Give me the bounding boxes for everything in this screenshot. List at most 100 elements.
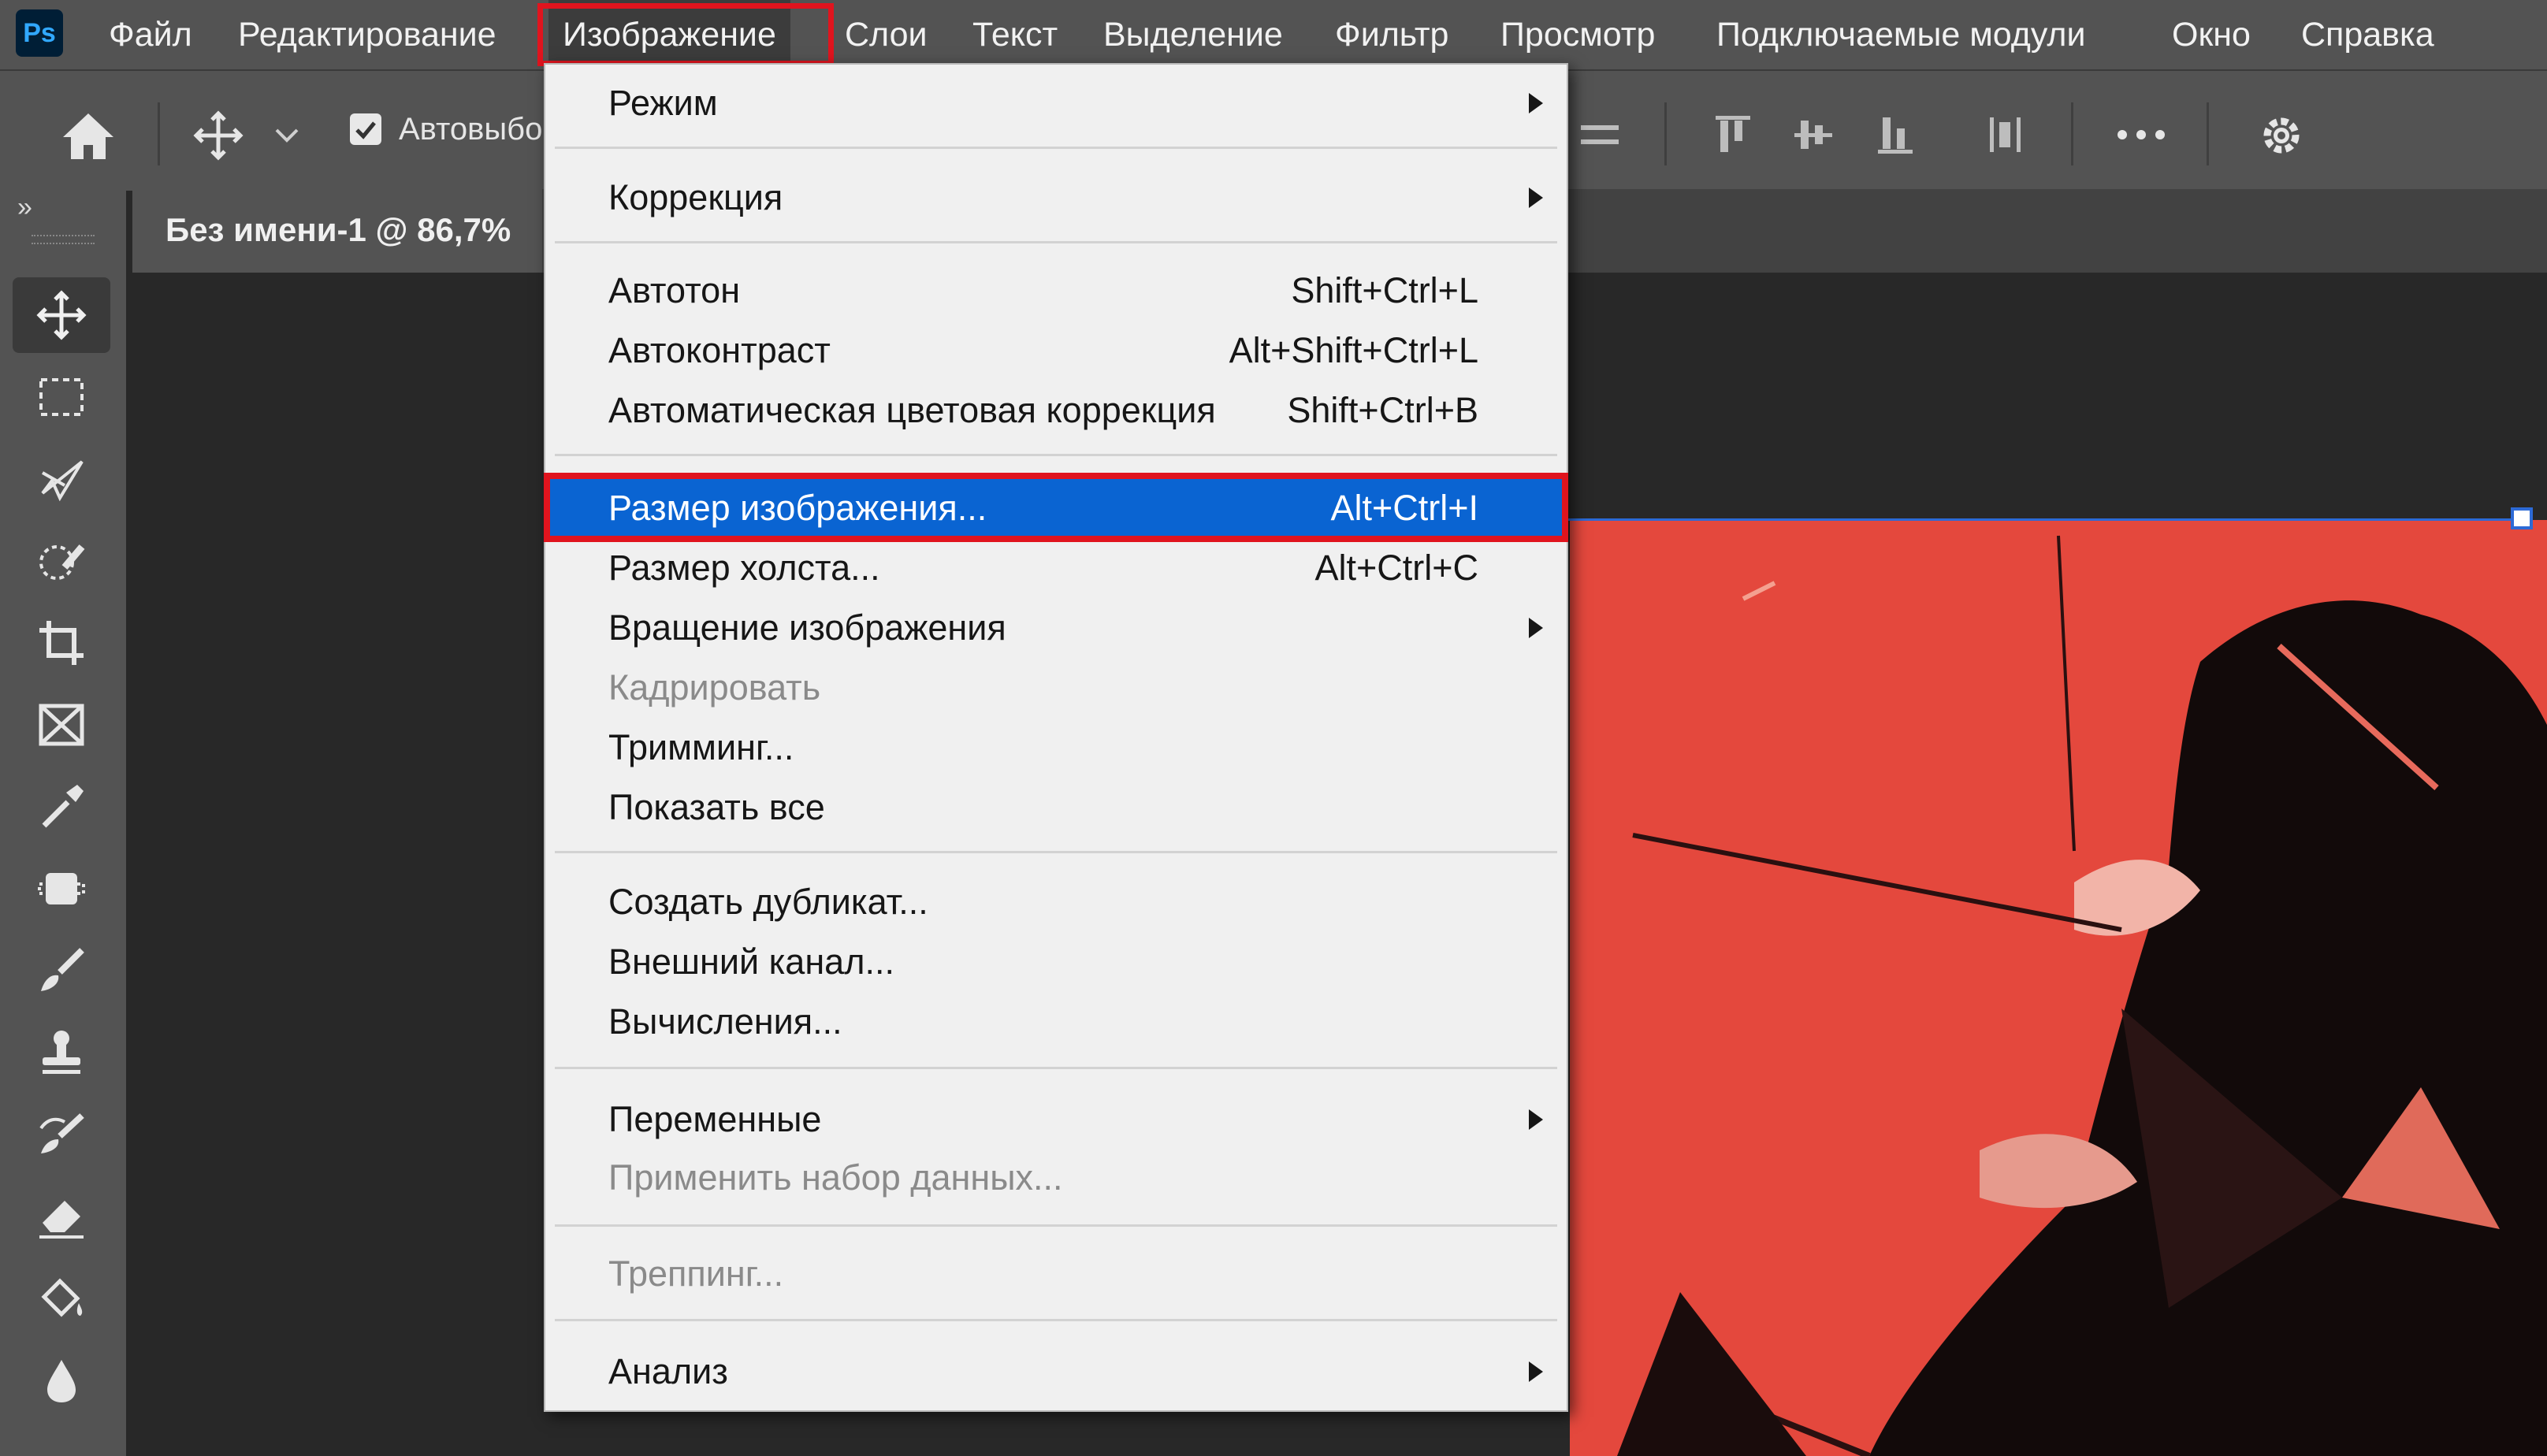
submenu-arrow-icon	[1529, 618, 1543, 638]
shattered-glass-image	[1570, 520, 2547, 1456]
menu-item-shortcut: Alt+Shift+Ctrl+L	[1229, 330, 1478, 370]
menu-window[interactable]: Окно	[2172, 0, 2251, 69]
image-size-highlight-box	[544, 473, 1568, 542]
menu-item-label: Коррекция	[608, 177, 783, 217]
menu-separator	[555, 147, 1557, 149]
blur-drop-icon[interactable]	[13, 1343, 110, 1418]
frame-icon[interactable]	[13, 687, 110, 763]
document-image[interactable]	[1570, 520, 2547, 1456]
menu-item-apply-image[interactable]: Внешний канал...	[545, 933, 1567, 991]
menu-bar: Ps Файл Редактирование Изображение Слои …	[0, 0, 2547, 69]
menu-item-auto-contrast[interactable]: Автоконтраст Alt+Shift+Ctrl+L	[545, 321, 1567, 380]
menu-separator	[555, 851, 1557, 853]
menu-item-label: Автотон	[608, 270, 741, 310]
menu-file[interactable]: Файл	[109, 0, 192, 69]
quick-selection-icon[interactable]	[13, 523, 110, 599]
transform-handle[interactable]	[2511, 507, 2533, 529]
document-tab[interactable]: Без имени-1 @ 86,7%	[132, 189, 542, 273]
menu-item-trim[interactable]: Тримминг...	[545, 719, 1567, 777]
eyedropper-icon[interactable]	[13, 769, 110, 845]
menu-type[interactable]: Текст	[972, 0, 1058, 69]
menu-item-mode[interactable]: Режим	[545, 74, 1567, 132]
submenu-arrow-icon	[1529, 93, 1543, 113]
collapse-panel-icon[interactable]: »	[17, 192, 32, 223]
photoshop-logo: Ps	[16, 9, 63, 57]
paint-bucket-icon[interactable]	[13, 1261, 110, 1336]
menu-item-apply-data-set: Применить набор данных...	[545, 1149, 1567, 1207]
image-menu-dropdown: Режим Коррекция Автотон Shift+Ctrl+L Авт…	[544, 63, 1568, 1412]
menu-item-label: Применить набор данных...	[608, 1157, 1063, 1198]
menu-item-label: Показать все	[608, 787, 825, 827]
submenu-arrow-icon	[1529, 1109, 1543, 1130]
menu-item-label: Автоконтраст	[608, 330, 831, 370]
distribute-icon[interactable]	[1978, 107, 2033, 162]
menu-edit[interactable]: Редактирование	[238, 0, 496, 69]
menu-help[interactable]: Справка	[2301, 0, 2434, 69]
selection-bound-line	[1568, 518, 2514, 521]
align-vertical-center-icon[interactable]	[1786, 107, 1841, 162]
spot-healing-icon[interactable]	[13, 851, 110, 927]
menu-item-label: Вычисления...	[608, 1001, 842, 1042]
menu-item-canvas-size[interactable]: Размер холста... Alt+Ctrl+C	[545, 539, 1567, 597]
menu-select[interactable]: Выделение	[1103, 0, 1283, 69]
panel-grip[interactable]	[32, 235, 95, 244]
move-tool-icon[interactable]	[13, 277, 110, 353]
more-options-icon[interactable]	[2106, 107, 2177, 162]
menu-item-variables[interactable]: Переменные	[545, 1090, 1567, 1149]
menu-item-shortcut: Shift+Ctrl+B	[1287, 390, 1478, 430]
menu-item-auto-color[interactable]: Автоматическая цветовая коррекция Shift+…	[545, 381, 1567, 440]
crop-icon[interactable]	[13, 605, 110, 681]
align-top-icon[interactable]	[1705, 107, 1761, 162]
menu-item-label: Треппинг...	[608, 1254, 784, 1294]
lasso-icon[interactable]	[13, 441, 110, 517]
align-bottom-icon[interactable]	[1868, 107, 1923, 162]
menu-item-image-rotation[interactable]: Вращение изображения	[545, 599, 1567, 657]
menu-item-trap: Треппинг...	[545, 1245, 1567, 1303]
menu-item-shortcut: Shift+Ctrl+L	[1291, 270, 1478, 310]
menu-item-duplicate[interactable]: Создать дубликат...	[545, 873, 1567, 931]
brush-icon[interactable]	[13, 933, 110, 1008]
gear-icon[interactable]	[2246, 102, 2317, 169]
chevron-down-icon[interactable]	[265, 118, 309, 153]
menu-separator	[555, 1067, 1557, 1069]
tools-panel: »	[0, 189, 126, 1456]
menu-filter[interactable]: Фильтр	[1335, 0, 1448, 69]
menu-item-calculations[interactable]: Вычисления...	[545, 993, 1567, 1051]
menu-item-label: Создать дубликат...	[608, 882, 928, 922]
menu-item-label: Переменные	[608, 1099, 822, 1139]
menu-item-label: Автоматическая цветовая коррекция	[608, 390, 1216, 430]
menu-item-adjustments[interactable]: Коррекция	[545, 169, 1567, 227]
menu-image-highlight-box	[537, 3, 834, 66]
document-tab-title: Без имени-1 @ 86,7%	[165, 211, 511, 248]
align-center-icon[interactable]	[1576, 107, 1623, 162]
menu-item-analysis[interactable]: Анализ	[545, 1343, 1567, 1401]
menu-item-label: Внешний канал...	[608, 942, 894, 982]
rectangular-marquee-icon[interactable]	[13, 359, 110, 435]
auto-select-checkbox[interactable]	[350, 113, 381, 145]
clone-stamp-icon[interactable]	[13, 1015, 110, 1090]
menu-item-label: Вращение изображения	[608, 607, 1006, 648]
menu-separator	[555, 241, 1557, 243]
auto-select-label: Автовыбо	[399, 112, 543, 147]
menu-item-label: Тримминг...	[608, 727, 794, 767]
menu-plugins[interactable]: Подключаемые модули	[1716, 0, 2086, 69]
submenu-arrow-icon	[1529, 1361, 1543, 1382]
menu-item-label: Кадрировать	[608, 667, 821, 708]
menu-separator	[555, 1224, 1557, 1227]
menu-separator	[555, 454, 1557, 456]
menu-item-label: Режим	[608, 83, 718, 123]
menu-view[interactable]: Просмотр	[1500, 0, 1655, 69]
eraser-icon[interactable]	[13, 1179, 110, 1254]
home-icon[interactable]	[52, 99, 125, 172]
menu-layers[interactable]: Слои	[845, 0, 928, 69]
move-tool-options-icon[interactable]	[183, 102, 254, 169]
menu-item-shortcut: Alt+Ctrl+C	[1314, 548, 1478, 588]
menu-item-crop: Кадрировать	[545, 659, 1567, 717]
menu-item-reveal-all[interactable]: Показать все	[545, 778, 1567, 837]
menu-item-label: Анализ	[608, 1351, 728, 1391]
menu-item-label: Размер холста...	[608, 548, 880, 588]
menu-item-auto-tone[interactable]: Автотон Shift+Ctrl+L	[545, 262, 1567, 320]
history-brush-icon[interactable]	[13, 1097, 110, 1172]
menu-separator	[555, 1319, 1557, 1321]
submenu-arrow-icon	[1529, 188, 1543, 208]
